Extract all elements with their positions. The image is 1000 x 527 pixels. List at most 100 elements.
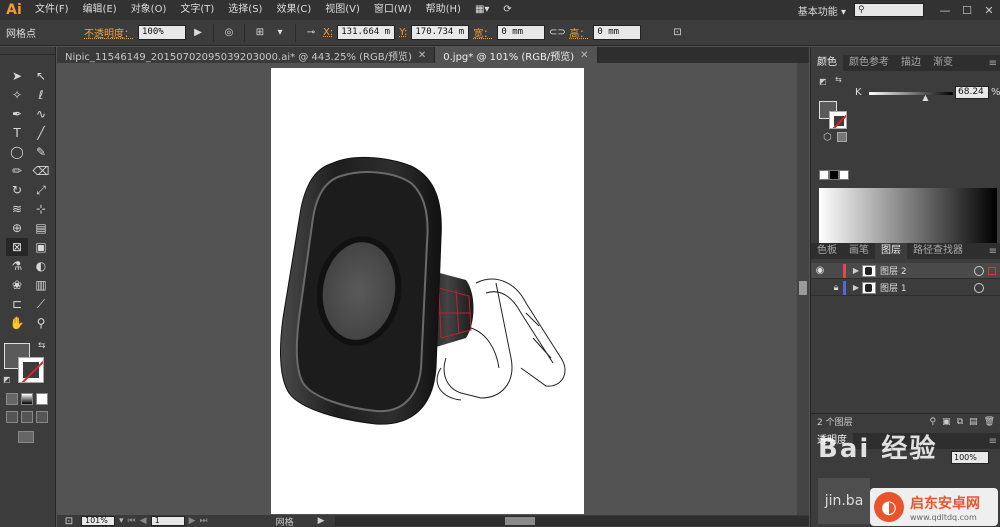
menu-object[interactable]: 对象(O) <box>124 0 174 20</box>
artboard[interactable] <box>271 68 584 514</box>
reference-point-icon[interactable]: ⊞ <box>252 25 268 40</box>
black-swatch[interactable] <box>829 170 839 180</box>
color-mode-swatch[interactable] <box>6 393 18 405</box>
web-safe-swatch[interactable] <box>837 132 847 142</box>
menu-effect[interactable]: 效果(C) <box>269 0 318 20</box>
rotate-tool-icon[interactable]: ↻ <box>6 181 28 199</box>
menu-view[interactable]: 视图(V) <box>318 0 367 20</box>
perspective-grid-tool-icon[interactable]: ▤ <box>30 219 52 237</box>
menu-file[interactable]: 文件(F) <box>28 0 76 20</box>
minimize-button[interactable]: — <box>934 4 956 17</box>
status-menu-icon[interactable]: ▶ <box>318 516 325 526</box>
stroke-swatch[interactable] <box>18 357 44 383</box>
chevron-down-icon[interactable]: ▾ <box>272 25 288 40</box>
tab-brushes[interactable]: 画笔 <box>843 243 875 259</box>
panel-grip[interactable] <box>0 47 55 55</box>
menu-select[interactable]: 选择(S) <box>221 0 269 20</box>
y-field[interactable]: 170.734 m <box>411 25 470 40</box>
gradient-mode-swatch[interactable] <box>21 393 33 405</box>
y-label[interactable]: Y: <box>399 27 407 38</box>
expand-triangle-icon[interactable]: ▶ <box>850 283 862 292</box>
width-field[interactable]: 0 mm <box>497 25 546 40</box>
recolor-icon[interactable]: ◎ <box>221 25 237 40</box>
new-layer-icon[interactable]: ▤ <box>969 417 978 427</box>
lasso-tool-icon[interactable]: ℓ <box>30 86 52 104</box>
column-graph-tool-icon[interactable]: ▥ <box>30 276 52 294</box>
color-spectrum-bar[interactable] <box>819 188 997 244</box>
default-fill-stroke-icon[interactable]: ◩ <box>819 77 827 86</box>
tab-gradient[interactable]: 渐变 <box>927 55 959 71</box>
menu-help[interactable]: 帮助(H) <box>419 0 468 20</box>
tab-layers[interactable]: 图层 <box>875 243 907 259</box>
none-mode-swatch[interactable] <box>36 393 48 405</box>
stroke-swatch[interactable] <box>829 111 847 129</box>
search-input[interactable]: ⚲ <box>854 3 924 17</box>
selection-indicator[interactable] <box>988 266 996 275</box>
x-field[interactable]: 131.664 m <box>337 25 396 40</box>
scale-tool-icon[interactable]: ⤢ <box>30 181 52 199</box>
mesh-tool-icon[interactable]: ⊠ <box>6 238 28 256</box>
opacity-dropdown-icon[interactable]: ▶ <box>190 25 206 40</box>
default-colors-icon[interactable]: ◩ <box>3 375 11 384</box>
zoom-tool-icon[interactable]: ⚲ <box>30 314 52 332</box>
slice-tool-icon[interactable]: ⟋ <box>30 295 52 313</box>
gradient-tool-icon[interactable]: ▣ <box>30 238 52 256</box>
pen-tool-icon[interactable]: ✒ <box>6 105 28 123</box>
transform-icon[interactable]: ⊡ <box>669 25 685 40</box>
opacity-field[interactable]: 100% <box>138 25 186 40</box>
zoom-field[interactable]: 101% <box>81 516 115 526</box>
eyedropper-tool-icon[interactable]: ⚗ <box>6 257 28 275</box>
workspace-switcher[interactable]: 基本功能 ▾ <box>790 3 854 18</box>
swap-icon[interactable]: ⇆ <box>835 75 842 84</box>
tab-pathfinder[interactable]: 路径查找器 <box>907 243 969 259</box>
close-icon[interactable]: ✕ <box>580 50 588 61</box>
tab-swatches[interactable]: 色板 <box>811 243 843 259</box>
tab-color[interactable]: 颜色 <box>811 55 843 71</box>
tab-0-jpg[interactable]: 0.jpg* @ 101% (RGB/预览) ✕ <box>435 47 598 63</box>
close-button[interactable]: ✕ <box>978 4 1000 17</box>
draw-behind-icon[interactable] <box>21 411 33 423</box>
arrange-documents-icon[interactable]: ▦▾ <box>468 0 496 20</box>
previous-artboard-icon[interactable]: ◀ <box>140 516 147 526</box>
horizontal-scrollbar[interactable] <box>334 516 809 526</box>
artboard-nav-icon[interactable]: ⊡ <box>61 516 77 527</box>
vertical-scrollbar[interactable] <box>797 63 809 515</box>
out-of-gamut-icon[interactable]: ⬡ <box>823 132 832 143</box>
zoom-dropdown-icon[interactable]: ▾ <box>119 516 124 526</box>
free-transform-tool-icon[interactable]: ⊹ <box>30 200 52 218</box>
target-circle-icon[interactable] <box>974 282 984 293</box>
visibility-eye-icon[interactable]: ◉ <box>811 265 829 276</box>
eraser-tool-icon[interactable]: ⌫ <box>30 162 52 180</box>
layer-row[interactable]: ◉ ▶ 图层 2 <box>811 263 1000 279</box>
delete-layer-icon[interactable]: 🗑︎ <box>984 417 995 427</box>
expand-triangle-icon[interactable]: ▶ <box>850 266 862 275</box>
layer-row[interactable]: 🔒︎ ▶ 图层 1 <box>811 280 1000 296</box>
clipping-mask-icon[interactable]: ▣ <box>942 417 951 427</box>
layer-name[interactable]: 图层 2 <box>880 264 974 277</box>
lock-icon[interactable]: 🔒︎ <box>829 283 843 293</box>
hand-tool-icon[interactable]: ✋ <box>6 314 28 332</box>
canvas-area[interactable] <box>57 63 797 515</box>
anchor-convert-icon[interactable]: ⊸ <box>303 25 319 40</box>
height-field[interactable]: 0 mm <box>593 25 642 40</box>
tab-nipic-document[interactable]: Nipic_11546149_20150702095039203000.ai* … <box>57 47 436 63</box>
warp-tool-icon[interactable]: ≋ <box>6 200 28 218</box>
blend-tool-icon[interactable]: ◐ <box>30 257 52 275</box>
x-label[interactable]: X: <box>323 27 333 38</box>
ellipse-tool-icon[interactable]: ◯ <box>6 143 28 161</box>
draw-inside-icon[interactable] <box>36 411 48 423</box>
panel-menu-icon[interactable]: ≡ <box>989 436 997 447</box>
target-circle-icon[interactable] <box>974 265 984 276</box>
maximize-button[interactable]: ☐ <box>956 4 978 17</box>
close-icon[interactable]: ✕ <box>418 50 426 61</box>
k-slider[interactable] <box>869 92 953 95</box>
magic-wand-tool-icon[interactable]: ✧ <box>6 86 28 104</box>
link-icon[interactable]: ⊂⊃ <box>549 25 566 40</box>
draw-normal-icon[interactable] <box>6 411 18 423</box>
first-artboard-icon[interactable]: ⏮ <box>128 516 136 526</box>
new-sublayer-icon[interactable]: ⧉ <box>957 417 963 427</box>
sync-icon[interactable]: ⟳ <box>496 0 518 20</box>
transparency-opacity-field[interactable]: 100% <box>951 451 989 464</box>
menu-edit[interactable]: 编辑(E) <box>76 0 124 20</box>
type-tool-icon[interactable]: T <box>6 124 28 142</box>
